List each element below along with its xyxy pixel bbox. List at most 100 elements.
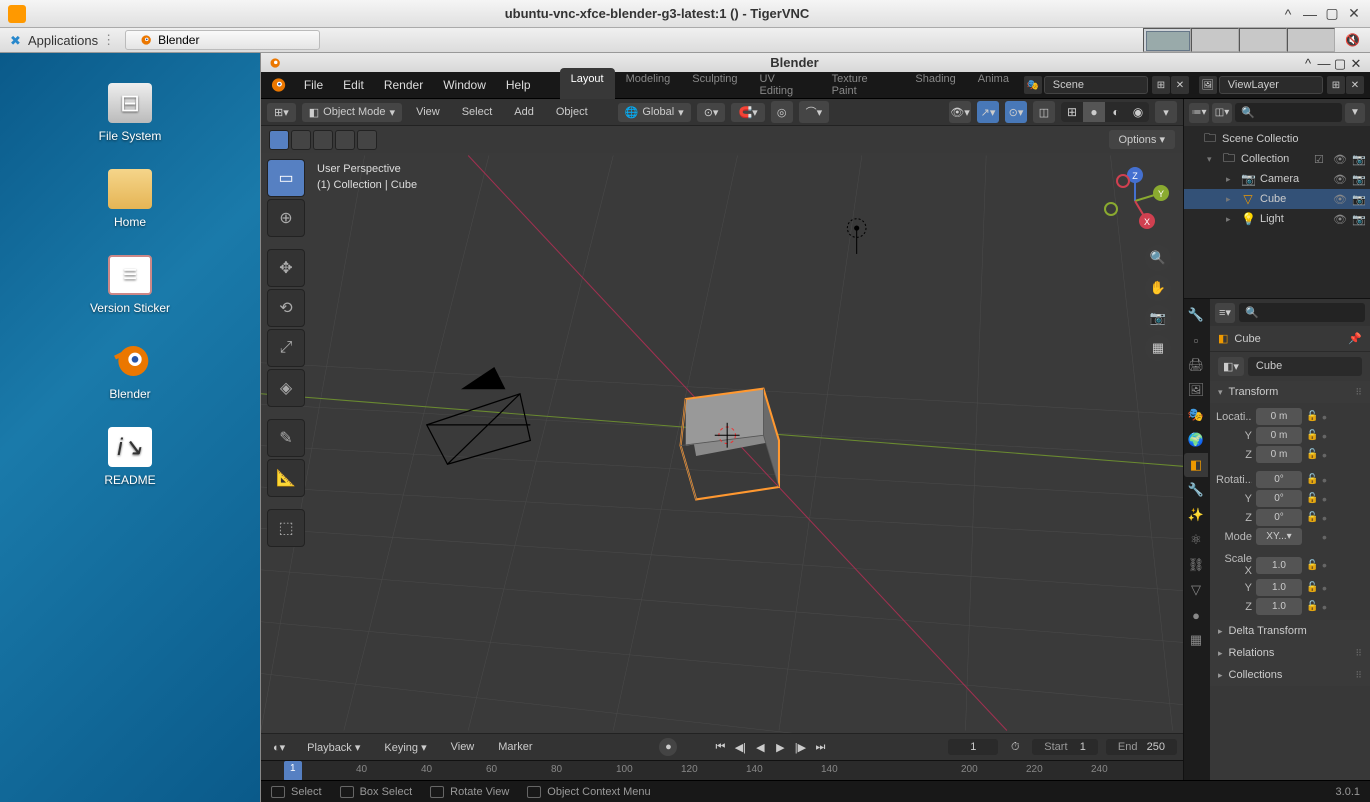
outliner-display-mode[interactable]: ◫▾ bbox=[1212, 103, 1232, 123]
tree-collection[interactable]: ▾ 🗀 Collection ☑ 👁 📷 bbox=[1184, 149, 1370, 169]
prop-tab-object[interactable]: ◧ bbox=[1184, 453, 1208, 477]
jump-start-button[interactable]: ⏮ bbox=[711, 738, 729, 756]
visibility-dropdown[interactable]: 👁▾ bbox=[949, 101, 971, 123]
rotation-z-field[interactable]: 0° bbox=[1256, 509, 1302, 526]
prop-tab-tool[interactable]: 🔧 bbox=[1184, 303, 1208, 327]
object-menu[interactable]: Object bbox=[548, 103, 596, 121]
editor-type-dropdown[interactable]: ⊞▾ bbox=[267, 103, 296, 122]
lock-icon[interactable]: 🔓 bbox=[1306, 493, 1318, 504]
lock-icon[interactable]: 🔓 bbox=[1306, 411, 1318, 422]
menu-window[interactable]: Window bbox=[434, 74, 495, 96]
play-reverse-button[interactable]: ◀ bbox=[751, 738, 769, 756]
tree-scene-collection[interactable]: 🗀 Scene Collectio bbox=[1184, 129, 1370, 149]
prop-tab-scene[interactable]: 🎭 bbox=[1184, 403, 1208, 427]
xray-button[interactable]: ◫ bbox=[1033, 101, 1055, 123]
view-menu[interactable]: View bbox=[408, 103, 448, 121]
viewlayer-browse-icon[interactable]: 🖼 bbox=[1199, 76, 1217, 94]
location-y-field[interactable]: 0 m bbox=[1256, 427, 1302, 444]
scene-browse-icon[interactable]: 🎭 bbox=[1024, 76, 1042, 94]
properties-editor-type[interactable]: ≡▾ bbox=[1215, 303, 1235, 323]
lock-icon[interactable]: 🔓 bbox=[1306, 582, 1318, 593]
xfce-desktop[interactable]: ⊟ File System Home ≡ Version Sticker Ble… bbox=[0, 53, 260, 802]
lock-icon[interactable]: 🔓 bbox=[1306, 430, 1318, 441]
eye-icon[interactable]: 👁 bbox=[1333, 213, 1347, 226]
blender-rollup-button[interactable]: ^ bbox=[1300, 56, 1316, 70]
select-mode-extend[interactable] bbox=[291, 130, 311, 150]
vnc-close-button[interactable]: ✕ bbox=[1346, 6, 1362, 22]
tool-scale[interactable]: ⤢ bbox=[267, 329, 305, 367]
workspace-2[interactable] bbox=[1191, 28, 1239, 52]
shading-wireframe[interactable]: ⊞ bbox=[1061, 102, 1083, 122]
mode-dropdown[interactable]: ◧ Object Mode ▾ bbox=[302, 103, 402, 122]
location-x-field[interactable]: 0 m bbox=[1256, 408, 1302, 425]
prop-tab-particles[interactable]: ✨ bbox=[1184, 503, 1208, 527]
proportional-falloff-dropdown[interactable]: ⌒▾ bbox=[799, 101, 830, 123]
workspace-pager[interactable] bbox=[1143, 28, 1335, 52]
tool-add-cube[interactable]: ⬚ bbox=[267, 509, 305, 547]
applications-menu[interactable]: ✖ Applications ⋮ bbox=[0, 32, 125, 48]
tree-camera[interactable]: ▸ 📷 Camera 👁 📷 bbox=[1184, 169, 1370, 189]
navigation-gizmo[interactable]: Z Y X bbox=[1099, 165, 1171, 237]
select-mode-subtract[interactable] bbox=[313, 130, 333, 150]
tab-shading[interactable]: Shading bbox=[904, 68, 966, 102]
blender-logo-icon[interactable] bbox=[267, 75, 287, 95]
timeline-view-menu[interactable]: View bbox=[443, 739, 483, 755]
prop-tab-material[interactable]: ● bbox=[1184, 603, 1208, 627]
desktop-icon-readme[interactable]: i↘ README bbox=[104, 427, 155, 487]
viewlayer-name-field[interactable]: ViewLayer bbox=[1219, 76, 1323, 94]
scene-name-field[interactable]: Scene bbox=[1044, 76, 1148, 94]
rotation-mode-dropdown[interactable]: XY...▾ bbox=[1256, 528, 1302, 545]
render-icon[interactable]: 📷 bbox=[1352, 153, 1366, 166]
volume-icon[interactable]: 🔇 bbox=[1335, 33, 1370, 47]
shading-rendered[interactable]: ◉ bbox=[1127, 102, 1149, 122]
checkbox-icon[interactable]: ☑ bbox=[1314, 153, 1328, 166]
object-data-icon[interactable]: ◧▾ bbox=[1218, 357, 1244, 376]
location-z-field[interactable]: 0 m bbox=[1256, 446, 1302, 463]
scene-delete-button[interactable]: ✕ bbox=[1171, 76, 1189, 94]
timeline-playback-menu[interactable]: Playback ▾ bbox=[299, 739, 368, 756]
blender-minimize-button[interactable]: — bbox=[1316, 56, 1332, 70]
current-frame-field[interactable]: 1 bbox=[948, 739, 998, 755]
object-name-field[interactable]: Cube bbox=[1248, 357, 1362, 376]
timeline-keying-menu[interactable]: Keying ▾ bbox=[376, 739, 434, 756]
tool-measure[interactable]: 📐 bbox=[267, 459, 305, 497]
properties-search-input[interactable]: 🔍 bbox=[1239, 303, 1365, 322]
tool-select-box[interactable]: ▭ bbox=[267, 159, 305, 197]
menu-help[interactable]: Help bbox=[497, 74, 540, 96]
menu-edit[interactable]: Edit bbox=[334, 74, 373, 96]
panel-grip-icon[interactable]: ⠿ bbox=[1355, 648, 1362, 659]
workspace-1[interactable] bbox=[1143, 28, 1191, 52]
nav-camera-button[interactable]: 📷 bbox=[1145, 305, 1171, 331]
select-menu[interactable]: Select bbox=[454, 103, 501, 121]
viewlayer-delete-button[interactable]: ✕ bbox=[1346, 76, 1364, 94]
tab-animation[interactable]: Anima bbox=[967, 68, 1020, 102]
keyframe-next-button[interactable]: |▶ bbox=[791, 738, 809, 756]
vnc-rollup-button[interactable]: ^ bbox=[1280, 6, 1296, 22]
blender-maximize-button[interactable]: ▢ bbox=[1332, 56, 1348, 70]
desktop-icon-version-sticker[interactable]: ≡ Version Sticker bbox=[90, 255, 170, 315]
timeline-ruler[interactable]: 1 40 40 60 80 100 120 140 140 200 220 24… bbox=[261, 760, 1183, 780]
tab-layout[interactable]: Layout bbox=[560, 68, 615, 102]
tab-uv-editing[interactable]: UV Editing bbox=[749, 68, 821, 102]
nav-perspective-button[interactable]: ▦ bbox=[1145, 335, 1171, 361]
shading-material[interactable]: ◐ bbox=[1105, 102, 1127, 122]
select-mode-rect[interactable] bbox=[269, 130, 289, 150]
outliner-filter-button[interactable]: ▼ bbox=[1345, 103, 1365, 123]
start-frame-field[interactable]: Start 1 bbox=[1032, 739, 1098, 755]
prop-tab-render[interactable]: ▫ bbox=[1184, 328, 1208, 352]
desktop-icon-filesystem[interactable]: ⊟ File System bbox=[99, 83, 162, 143]
menu-file[interactable]: File bbox=[295, 74, 332, 96]
prop-tab-output[interactable]: 🖨 bbox=[1184, 353, 1208, 377]
transform-panel-header[interactable]: ▾ Transform ⠿ bbox=[1210, 381, 1370, 403]
lock-icon[interactable]: 🔓 bbox=[1306, 512, 1318, 523]
tool-annotate[interactable]: ✎ bbox=[267, 419, 305, 457]
lock-icon[interactable]: 🔓 bbox=[1306, 601, 1318, 612]
render-icon[interactable]: 📷 bbox=[1352, 213, 1366, 226]
outliner-editor-type[interactable]: ≔▾ bbox=[1189, 103, 1209, 123]
tree-cube[interactable]: ▸ ▽ Cube 👁 📷 bbox=[1184, 189, 1370, 209]
vnc-minimize-button[interactable]: — bbox=[1302, 6, 1318, 22]
prop-tab-texture[interactable]: ▦ bbox=[1184, 628, 1208, 652]
viewport-3d[interactable]: User Perspective (1) Collection | Cube ▭… bbox=[261, 153, 1183, 733]
proportional-edit-button[interactable]: ◎ bbox=[771, 101, 793, 123]
play-button[interactable]: ▶ bbox=[771, 738, 789, 756]
